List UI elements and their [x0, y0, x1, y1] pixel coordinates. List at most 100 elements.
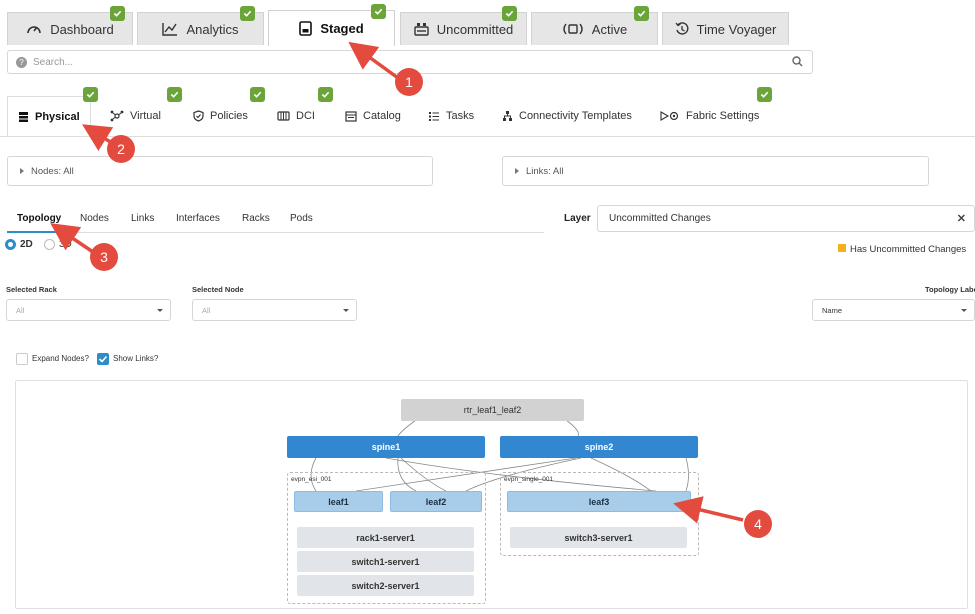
tab-label: Catalog — [363, 110, 401, 122]
active-tab-indicator — [7, 231, 67, 233]
callout-4: 4 — [744, 510, 772, 538]
help-icon: ? — [16, 56, 27, 68]
search-icon[interactable] — [792, 56, 803, 67]
tab-label: Dashboard — [50, 21, 114, 37]
layer-value: Uncommitted Changes — [609, 213, 711, 224]
leaf-node[interactable]: leaf1 — [294, 491, 383, 512]
server-node[interactable]: switch3-server1 — [510, 527, 687, 548]
blueprint-page: Dashboard Analytics Staged Uncommitted A… — [0, 0, 975, 614]
topology-label-value: Name — [822, 305, 843, 315]
tab-label: Time Voyager — [696, 21, 777, 37]
tab-label: Fabric Settings — [686, 110, 760, 122]
callout-1: 1 — [395, 68, 423, 96]
search-placeholder: Search... — [33, 56, 74, 68]
ok-badge-icon — [110, 6, 125, 21]
selected-node-value: All — [202, 305, 211, 315]
clear-icon[interactable]: ✕ — [957, 212, 966, 225]
gauge-icon — [27, 26, 41, 34]
selected-rack-value: All — [16, 305, 25, 315]
history-icon — [675, 22, 689, 35]
show-links-label: Show Links? — [113, 354, 159, 363]
tab-links[interactable]: Links — [131, 213, 154, 224]
virtual-network-icon — [110, 110, 124, 122]
tab-physical[interactable]: Physical — [7, 96, 91, 136]
selected-rack-label: Selected Rack — [6, 285, 57, 294]
tab-label: Tasks — [446, 110, 475, 122]
links-filter-label: Links: All — [526, 165, 564, 177]
document-icon — [299, 21, 313, 36]
tab-topology[interactable]: Topology — [17, 213, 61, 224]
tab-label: Staged — [320, 21, 364, 36]
selected-node-label: Selected Node — [192, 285, 244, 294]
topology-tabs-divider — [7, 232, 544, 233]
radio-2d-label: 2D — [20, 239, 33, 250]
rack-group-label: evpn_single_001 — [504, 476, 554, 483]
chevron-down-icon — [343, 309, 349, 312]
tab-label: Virtual — [130, 110, 161, 122]
topology-canvas[interactable]: rtr_leaf1_leaf2 spine1 spine2 evpn_esi_0… — [15, 380, 968, 609]
leaf-node[interactable]: leaf2 — [390, 491, 482, 512]
ok-badge-icon — [250, 87, 265, 102]
layer-select[interactable]: Uncommitted Changes ✕ — [597, 205, 975, 232]
tab-label: DCI — [296, 110, 315, 122]
leaf-node[interactable]: leaf3 — [507, 491, 691, 512]
ok-badge-icon — [757, 87, 772, 102]
callout-3: 3 — [90, 243, 118, 271]
uncommitted-icon — [414, 23, 429, 36]
ok-badge-icon — [83, 87, 98, 102]
ok-badge-icon — [318, 87, 333, 102]
radio-2d[interactable] — [5, 239, 16, 250]
line-chart-icon — [162, 23, 178, 36]
tab-connectivity-templates[interactable]: Connectivity Templates — [502, 96, 632, 136]
spine-node[interactable]: spine2 — [500, 436, 698, 458]
fabric-settings-icon — [660, 111, 679, 121]
legend-swatch — [838, 244, 846, 252]
ok-badge-icon — [167, 87, 182, 102]
tab-time-voyager[interactable]: Time Voyager — [662, 12, 789, 45]
tab-tasks[interactable]: Tasks — [428, 96, 474, 136]
shield-icon — [193, 110, 204, 122]
rack-group-label: evpn_esi_001 — [291, 476, 332, 483]
show-links-checkbox[interactable] — [97, 353, 109, 365]
tab-dci[interactable]: DCI — [277, 96, 315, 136]
tab-label: Uncommitted — [436, 21, 514, 37]
tab-label: Policies — [210, 110, 248, 122]
ok-badge-icon — [502, 6, 517, 21]
tab-racks[interactable]: Racks — [242, 213, 270, 224]
tab-interfaces[interactable]: Interfaces — [176, 213, 220, 224]
tab-label: Active — [591, 21, 628, 37]
selected-rack-select[interactable]: All — [6, 299, 171, 321]
expand-icon — [20, 168, 24, 174]
tab-label: Connectivity Templates — [519, 110, 632, 122]
ok-badge-icon — [634, 6, 649, 21]
server-node[interactable]: rack1-server1 — [297, 527, 474, 548]
tab-catalog[interactable]: Catalog — [345, 96, 401, 136]
active-icon — [563, 23, 583, 35]
expand-icon — [515, 168, 519, 174]
links-filter-panel[interactable]: Links: All — [502, 156, 929, 186]
server-node[interactable]: switch1-server1 — [297, 551, 474, 572]
spine-node[interactable]: spine1 — [287, 436, 485, 458]
connectivity-icon — [503, 111, 512, 121]
radio-3d[interactable] — [44, 239, 55, 250]
tab-nodes[interactable]: Nodes — [80, 213, 109, 224]
external-router-node[interactable]: rtr_leaf1_leaf2 — [401, 399, 584, 421]
expand-nodes-label: Expand Nodes? — [32, 354, 89, 363]
tab-virtual[interactable]: Virtual — [110, 96, 161, 136]
tab-pods[interactable]: Pods — [290, 213, 313, 224]
ok-badge-icon — [371, 4, 386, 19]
catalog-icon — [345, 110, 357, 122]
nodes-filter-panel[interactable]: Nodes: All — [7, 156, 433, 186]
expand-nodes-checkbox[interactable] — [16, 353, 28, 365]
callout-2: 2 — [107, 135, 135, 163]
topology-label-select[interactable]: Name — [812, 299, 975, 321]
check-icon — [98, 355, 108, 363]
tab-fabric-settings[interactable]: Fabric Settings — [660, 96, 759, 136]
tab-policies[interactable]: Policies — [193, 96, 248, 136]
chevron-down-icon — [961, 309, 967, 312]
ok-badge-icon — [240, 6, 255, 21]
topology-label-label: Topology Labe — [925, 285, 975, 294]
selected-node-select[interactable]: All — [192, 299, 357, 321]
subtab-divider — [0, 136, 975, 137]
server-node[interactable]: switch2-server1 — [297, 575, 474, 596]
